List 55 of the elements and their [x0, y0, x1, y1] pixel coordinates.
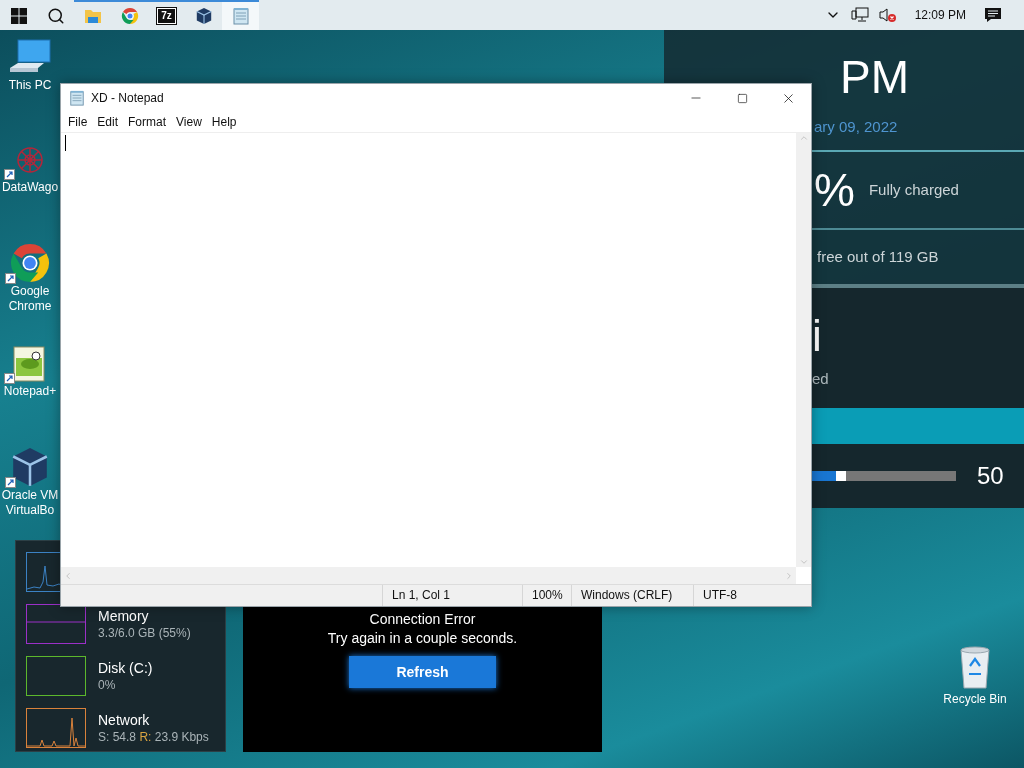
wifi-name: i [812, 312, 822, 360]
date-text: ary 09, 2022 [814, 117, 898, 137]
desktop-icon-label[interactable]: Oracle VM [1, 488, 59, 503]
resource-label: Disk (C:) [98, 659, 153, 677]
search-icon [46, 7, 65, 25]
status-segment: Ln 1, Col 1 [382, 585, 522, 606]
menu-item[interactable]: Edit [92, 113, 124, 131]
menu-item[interactable]: View [171, 113, 207, 131]
volume-reading: 50 [977, 461, 1004, 491]
taskbar-clock[interactable]: 12:09 PM [906, 6, 974, 24]
desktop-icon-label[interactable]: Chrome [8, 299, 52, 314]
resource-detail: 0% [98, 676, 117, 693]
large-clock: PM [840, 52, 909, 102]
error-message: Try again in a couple seconds. [327, 629, 518, 648]
chrome-logo-icon [120, 7, 139, 25]
cube-icon [194, 7, 213, 25]
volume-thumb[interactable] [836, 471, 847, 481]
menu-item[interactable]: File [63, 113, 93, 131]
notification-icon[interactable] [984, 7, 1002, 23]
desktop-icon-label[interactable]: Notepad+ [3, 384, 57, 399]
folder-icon [83, 8, 102, 24]
wifi-status: ed [812, 369, 829, 389]
refresh-button[interactable]: Refresh [349, 656, 496, 688]
storage-text: free out of 119 GB [817, 246, 939, 267]
notepad-icon [69, 90, 85, 106]
usage-graph [26, 604, 86, 644]
taskbar-app-button[interactable]: 7z [148, 0, 185, 30]
battery-percent: % [814, 165, 855, 215]
window-title: XD - Notepad [91, 90, 164, 107]
network-icon[interactable] [850, 7, 869, 23]
status-segment: UTF-8 [693, 585, 793, 606]
desktop-icon-label[interactable]: VirtualBo [5, 503, 55, 518]
chrome-logo-icon [9, 242, 51, 284]
resource-detail: S: 54.8 R: 23.9 Kbps [98, 728, 209, 745]
usage-graph [26, 656, 86, 696]
desktop-icon-label[interactable]: Google [10, 284, 50, 299]
desktop-icon-label[interactable]: Recycle Bin [943, 692, 1007, 707]
menu-item[interactable]: Help [206, 113, 242, 131]
menu-item[interactable]: Format [123, 113, 172, 131]
battery-status: Fully charged [868, 179, 959, 200]
muted-speaker-icon[interactable] [878, 7, 897, 23]
windows-logo-icon [10, 8, 27, 24]
usage-graph [26, 708, 86, 748]
maximize-icon [736, 92, 748, 104]
resource-detail: 3.3/6.0 GB (55%) [98, 624, 191, 641]
archive-app-icon: 7z [157, 8, 176, 24]
resource-label: Memory [98, 607, 150, 625]
volume-track[interactable] [812, 471, 956, 481]
error-title: Connection Error [369, 610, 476, 628]
status-segment: 100% [522, 585, 571, 606]
status-segment: Windows (CRLF) [571, 585, 693, 606]
resource-label: Network [98, 711, 151, 729]
desktop-icon-label[interactable]: This PC [8, 78, 52, 93]
desktop-icon-label[interactable]: DataWago [1, 180, 59, 195]
notepad-icon [231, 7, 250, 25]
